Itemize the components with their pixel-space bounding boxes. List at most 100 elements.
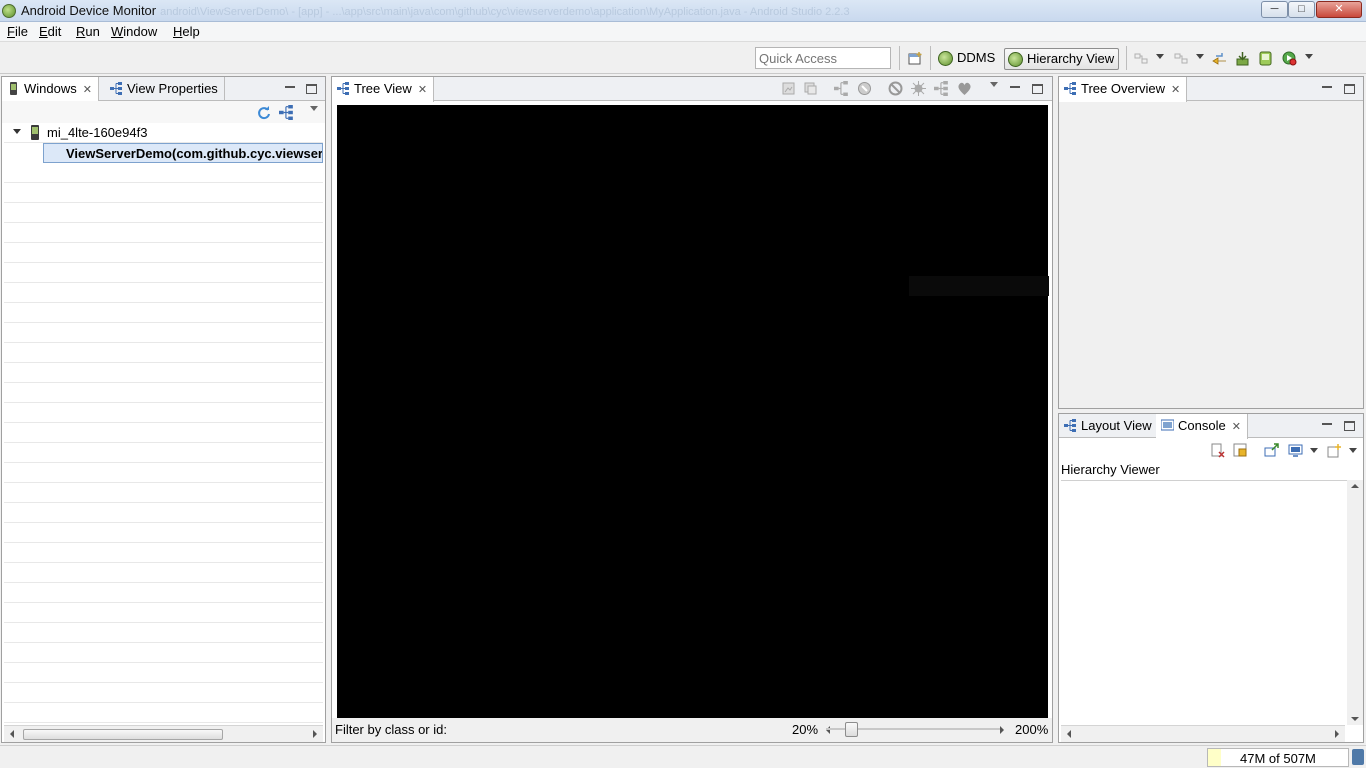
dump-disabled-icon[interactable] <box>888 81 903 96</box>
quick-access-input[interactable] <box>755 47 891 69</box>
back-arrow-icon[interactable] <box>1212 51 1227 66</box>
dropdown-arrow-icon[interactable] <box>1305 54 1313 59</box>
maximize-panel-icon[interactable] <box>1032 84 1043 94</box>
tab-console[interactable]: Console ✕ <box>1156 414 1248 439</box>
minimize-panel-icon[interactable] <box>1009 82 1021 94</box>
tab-windows[interactable]: Windows ✕ <box>2 77 99 102</box>
display-view-icon[interactable] <box>834 81 849 96</box>
close-tab-icon[interactable]: ✕ <box>83 84 92 96</box>
minimize-panel-icon[interactable] <box>1321 419 1333 431</box>
view-menu-icon[interactable] <box>990 82 998 87</box>
run-debug-icon[interactable] <box>1282 51 1297 66</box>
request-layout-icon[interactable] <box>911 81 926 96</box>
scroll-down-icon[interactable] <box>1351 717 1359 721</box>
console-icon <box>1161 419 1174 431</box>
tree-filter-bar: Filter by class or id: 20% 200% <box>332 718 1052 742</box>
perspective-ddms-button[interactable]: DDMS <box>935 48 999 70</box>
tree-overview-panel: Tree Overview ✕ <box>1058 76 1364 409</box>
list-item <box>4 183 323 203</box>
list-item <box>4 363 323 383</box>
dropdown-arrow-icon[interactable] <box>1310 448 1318 453</box>
dropdown-arrow-icon[interactable] <box>1349 448 1357 453</box>
window-item-name: ViewServerDemo(com.github.cyc.viewserver… <box>66 146 323 161</box>
close-tab-icon[interactable]: ✕ <box>1171 84 1180 96</box>
display-console-icon[interactable] <box>1288 443 1303 458</box>
window-item-row[interactable]: ViewServerDemo(com.github.cyc.viewserver… <box>43 143 323 163</box>
garbage-collect-icon[interactable] <box>1352 749 1364 765</box>
dump-theme-icon[interactable] <box>934 81 949 96</box>
console-horizontal-scrollbar[interactable] <box>1061 725 1345 742</box>
list-item <box>4 163 323 183</box>
device-row[interactable]: mi_4lte-160e94f3 <box>4 123 323 143</box>
menu-file[interactable]: File <box>7 24 28 39</box>
list-item <box>4 443 323 463</box>
menu-bar: File Edit Run Window Help <box>0 22 1366 42</box>
scrollbar-thumb[interactable] <box>23 729 223 740</box>
menu-run[interactable]: Run <box>76 24 100 39</box>
maximize-panel-icon[interactable] <box>306 84 317 94</box>
hierarchy-icon <box>110 82 122 95</box>
windows-tabstrip: Windows ✕ View Properties <box>2 77 325 102</box>
device-screen-icon[interactable] <box>1258 51 1273 66</box>
heap-status[interactable]: 47M of 507M <box>1207 748 1349 767</box>
menu-window[interactable]: Window <box>111 24 157 39</box>
clear-console-icon[interactable] <box>1210 443 1225 458</box>
zoom-increase-icon[interactable] <box>1000 726 1004 734</box>
expand-arrow-icon[interactable] <box>13 129 21 134</box>
title-bar: Android Device Monitor android\ViewServer… <box>0 0 1366 22</box>
minimize-panel-icon[interactable] <box>284 82 296 94</box>
perspective-ddms-label: DDMS <box>957 50 996 65</box>
windows-toolbar <box>2 101 325 123</box>
filter-input[interactable] <box>454 720 784 739</box>
scroll-up-icon[interactable] <box>1351 484 1359 488</box>
scroll-left-icon[interactable] <box>1067 730 1071 738</box>
menu-help[interactable]: Help <box>173 24 200 39</box>
minimize-panel-icon[interactable] <box>1321 82 1333 94</box>
refresh-icon[interactable] <box>256 105 271 120</box>
console-output[interactable] <box>1061 480 1361 725</box>
pin-console-icon[interactable] <box>1264 443 1279 458</box>
capture-layers-icon[interactable] <box>803 81 818 96</box>
tab-layout-view[interactable]: Layout View <box>1059 414 1159 438</box>
heap-status-text: 47M of 507M <box>1240 751 1316 766</box>
download-icon[interactable] <box>1235 51 1250 66</box>
save-png-icon[interactable] <box>781 81 796 96</box>
scroll-lock-icon[interactable] <box>1233 443 1248 458</box>
perspective-hierarchy-view-button[interactable]: Hierarchy View <box>1004 48 1120 70</box>
profile-nodes-icon[interactable] <box>957 81 972 96</box>
windows-horizontal-scrollbar[interactable] <box>4 725 323 742</box>
tab-view-properties[interactable]: View Properties <box>105 77 225 101</box>
close-tab-icon[interactable]: ✕ <box>1232 421 1241 433</box>
capture-layers-icon[interactable] <box>1173 51 1188 66</box>
dropdown-arrow-icon[interactable] <box>1196 54 1204 59</box>
tree-view-tabstrip: Tree View ✕ <box>332 77 1052 102</box>
scroll-right-icon[interactable] <box>313 730 317 738</box>
maximize-panel-icon[interactable] <box>1344 84 1355 94</box>
minimize-button[interactable]: ─ <box>1261 1 1288 18</box>
maximize-panel-icon[interactable] <box>1344 421 1355 431</box>
list-item <box>4 703 323 723</box>
scroll-right-icon[interactable] <box>1335 730 1339 738</box>
tree-view-canvas[interactable] <box>337 105 1049 720</box>
zoom-slider-thumb[interactable] <box>845 722 858 737</box>
list-item <box>4 563 323 583</box>
view-menu-icon[interactable] <box>310 106 318 111</box>
invalidate-icon[interactable] <box>857 81 872 96</box>
maximize-button[interactable]: □ <box>1288 1 1315 18</box>
save-node-icon[interactable] <box>1133 51 1148 66</box>
phone-icon <box>31 125 39 140</box>
dropdown-arrow-icon[interactable] <box>1156 54 1164 59</box>
open-console-icon[interactable] <box>1327 443 1342 458</box>
close-tab-icon[interactable]: ✕ <box>418 84 427 96</box>
list-item <box>4 523 323 543</box>
close-button[interactable]: ✕ <box>1316 1 1362 18</box>
zoom-min-label: 20% <box>792 722 819 737</box>
menu-edit[interactable]: Edit <box>39 24 61 39</box>
tab-tree-view[interactable]: Tree View ✕ <box>332 77 435 102</box>
windows-panel: Windows ✕ View Properties mi_4lte-160e94f… <box>1 76 326 743</box>
scroll-left-icon[interactable] <box>10 730 14 738</box>
open-perspective-icon[interactable] <box>908 51 923 66</box>
load-view-hierarchy-icon[interactable] <box>279 105 294 120</box>
console-vertical-scrollbar[interactable] <box>1347 480 1363 725</box>
tab-tree-overview[interactable]: Tree Overview ✕ <box>1059 77 1188 102</box>
